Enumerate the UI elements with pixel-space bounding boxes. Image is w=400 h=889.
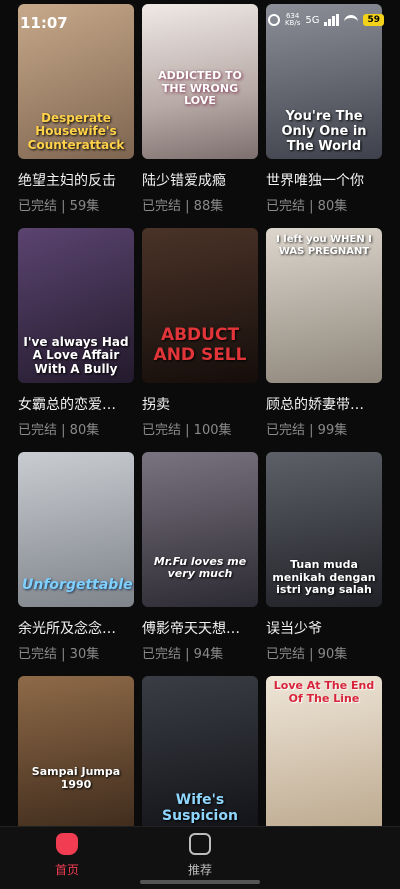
drama-status: 已完结 bbox=[266, 647, 306, 662]
poster-title: Sampai Jumpa 1990 bbox=[31, 765, 121, 791]
status-bar: 11:07 634 KB/s 5G 59 bbox=[0, 0, 400, 36]
poster-title: Unforgettable bbox=[22, 576, 133, 593]
poster-title: I've always Had A Love Affair With A Bul… bbox=[23, 334, 129, 377]
drama-status: 已完结 bbox=[266, 423, 306, 438]
drama-meta: 已完结 | 59集 bbox=[18, 199, 100, 214]
drama-title[interactable]: 傅影帝天天想… bbox=[142, 618, 258, 638]
drama-episodes: 30集 bbox=[69, 647, 100, 662]
drama-poster[interactable]: I left you WHEN I WAS PREGNANT bbox=[266, 228, 382, 383]
drama-episodes: 90集 bbox=[317, 647, 348, 662]
drama-card[interactable]: I've always Had A Love Affair With A Bul… bbox=[18, 228, 134, 438]
wifi-icon bbox=[344, 15, 359, 25]
drama-episodes: 80集 bbox=[317, 199, 348, 214]
drama-poster[interactable]: Love At The End Of The Line bbox=[266, 676, 382, 831]
drama-poster[interactable]: I've always Had A Love Affair With A Bul… bbox=[18, 228, 134, 383]
drama-title[interactable]: 拐卖 bbox=[142, 394, 258, 414]
home-indicator bbox=[140, 880, 260, 884]
drama-episodes: 80集 bbox=[69, 423, 100, 438]
poster-title: Love At The End Of The Line bbox=[273, 679, 375, 705]
nav-home[interactable]: 首页 bbox=[27, 833, 107, 878]
drama-card[interactable]: I left you WHEN I WAS PREGNANT 顾总的娇妻带… 已… bbox=[266, 228, 382, 438]
drama-meta: 已完结 | 30集 bbox=[18, 647, 100, 662]
drama-title[interactable]: 陆少错爱成瘾 bbox=[142, 170, 258, 190]
drama-status: 已完结 bbox=[266, 199, 306, 214]
play-square-icon bbox=[189, 833, 211, 855]
drama-title[interactable]: 绝望主妇的反击 bbox=[18, 170, 134, 190]
poster-title: ABDUCT AND SELL bbox=[153, 325, 247, 365]
status-time: 11:07 bbox=[20, 14, 68, 32]
drama-status: 已完结 bbox=[142, 423, 182, 438]
drama-card[interactable]: Unforgettable 余光所及念念… 已完结 | 30集 bbox=[18, 452, 134, 662]
poster-title: Desperate Housewife's Counterattack bbox=[27, 110, 125, 153]
drama-meta: 已完结 | 90集 bbox=[266, 647, 348, 662]
drama-status: 已完结 bbox=[18, 423, 58, 438]
drama-title[interactable]: 误当少爷 bbox=[266, 618, 382, 638]
drama-meta: 已完结 | 100集 bbox=[142, 423, 232, 438]
drama-meta: 已完结 | 80集 bbox=[18, 423, 100, 438]
drama-episodes: 88集 bbox=[193, 199, 224, 214]
drama-status: 已完结 bbox=[18, 199, 58, 214]
drama-poster[interactable]: Unforgettable bbox=[18, 452, 134, 607]
poster-title: Mr.Fu loves me very much bbox=[153, 554, 247, 581]
poster-title: Tuan muda menikah dengan istri yang sala… bbox=[272, 558, 376, 597]
drama-episodes: 99集 bbox=[317, 423, 348, 438]
poster-title: I left you WHEN I WAS PREGNANT bbox=[276, 234, 372, 257]
drama-status: 已完结 bbox=[142, 647, 182, 662]
nav-recommend-label: 推荐 bbox=[187, 863, 212, 877]
status-icons: 634 KB/s 5G 59 bbox=[267, 13, 384, 27]
drama-poster[interactable]: Mr.Fu loves me very much bbox=[142, 452, 258, 607]
battery-icon: 59 bbox=[363, 14, 384, 26]
drama-meta: 已完结 | 99集 bbox=[266, 423, 348, 438]
nav-recommend[interactable]: 推荐 bbox=[160, 833, 240, 878]
signal-label: 5G bbox=[305, 14, 320, 26]
drama-title[interactable]: 世界唯独一个你 bbox=[266, 170, 382, 190]
drama-title[interactable]: 女霸总的恋爱… bbox=[18, 394, 134, 414]
drama-meta: 已完结 | 94集 bbox=[142, 647, 224, 662]
drama-episodes: 100集 bbox=[193, 423, 232, 438]
poster-title: You're The Only One in The World bbox=[281, 109, 367, 155]
drama-poster[interactable]: Sampai Jumpa 1990 bbox=[18, 676, 134, 831]
drama-card[interactable]: ABDUCT AND SELL 拐卖 已完结 | 100集 bbox=[142, 228, 258, 438]
drama-meta: 已完结 | 80集 bbox=[266, 199, 348, 214]
drama-card[interactable]: Wife's Suspicion bbox=[142, 676, 258, 831]
drama-meta: 已完结 | 88集 bbox=[142, 199, 224, 214]
drama-card[interactable]: Love At The End Of The Line bbox=[266, 676, 382, 831]
drama-card[interactable]: Sampai Jumpa 1990 bbox=[18, 676, 134, 831]
nav-home-label: 首页 bbox=[54, 863, 79, 877]
network-speed-unit: KB/s bbox=[284, 19, 301, 27]
drama-status: 已完结 bbox=[18, 647, 58, 662]
drama-card[interactable]: Mr.Fu loves me very much 傅影帝天天想… 已完结 | 9… bbox=[142, 452, 258, 662]
drama-episodes: 59集 bbox=[69, 199, 100, 214]
drama-title[interactable]: 顾总的娇妻带… bbox=[266, 394, 382, 414]
drama-card[interactable]: Tuan muda menikah dengan istri yang sala… bbox=[266, 452, 382, 662]
drama-poster[interactable]: Tuan muda menikah dengan istri yang sala… bbox=[266, 452, 382, 607]
home-icon bbox=[56, 833, 78, 855]
drama-title[interactable]: 余光所及念念… bbox=[18, 618, 134, 638]
drama-status: 已完结 bbox=[142, 199, 182, 214]
drama-poster[interactable]: ABDUCT AND SELL bbox=[142, 228, 258, 383]
poster-title: Wife's Suspicion bbox=[162, 792, 238, 825]
poster-title: ADDICTED TO THE WRONG LOVE bbox=[158, 69, 242, 108]
drama-poster[interactable]: Wife's Suspicion bbox=[142, 676, 258, 831]
signal-bars-icon bbox=[324, 14, 340, 26]
network-speed: 634 KB/s bbox=[285, 13, 300, 27]
alarm-icon bbox=[267, 14, 280, 26]
drama-episodes: 94集 bbox=[193, 647, 224, 662]
